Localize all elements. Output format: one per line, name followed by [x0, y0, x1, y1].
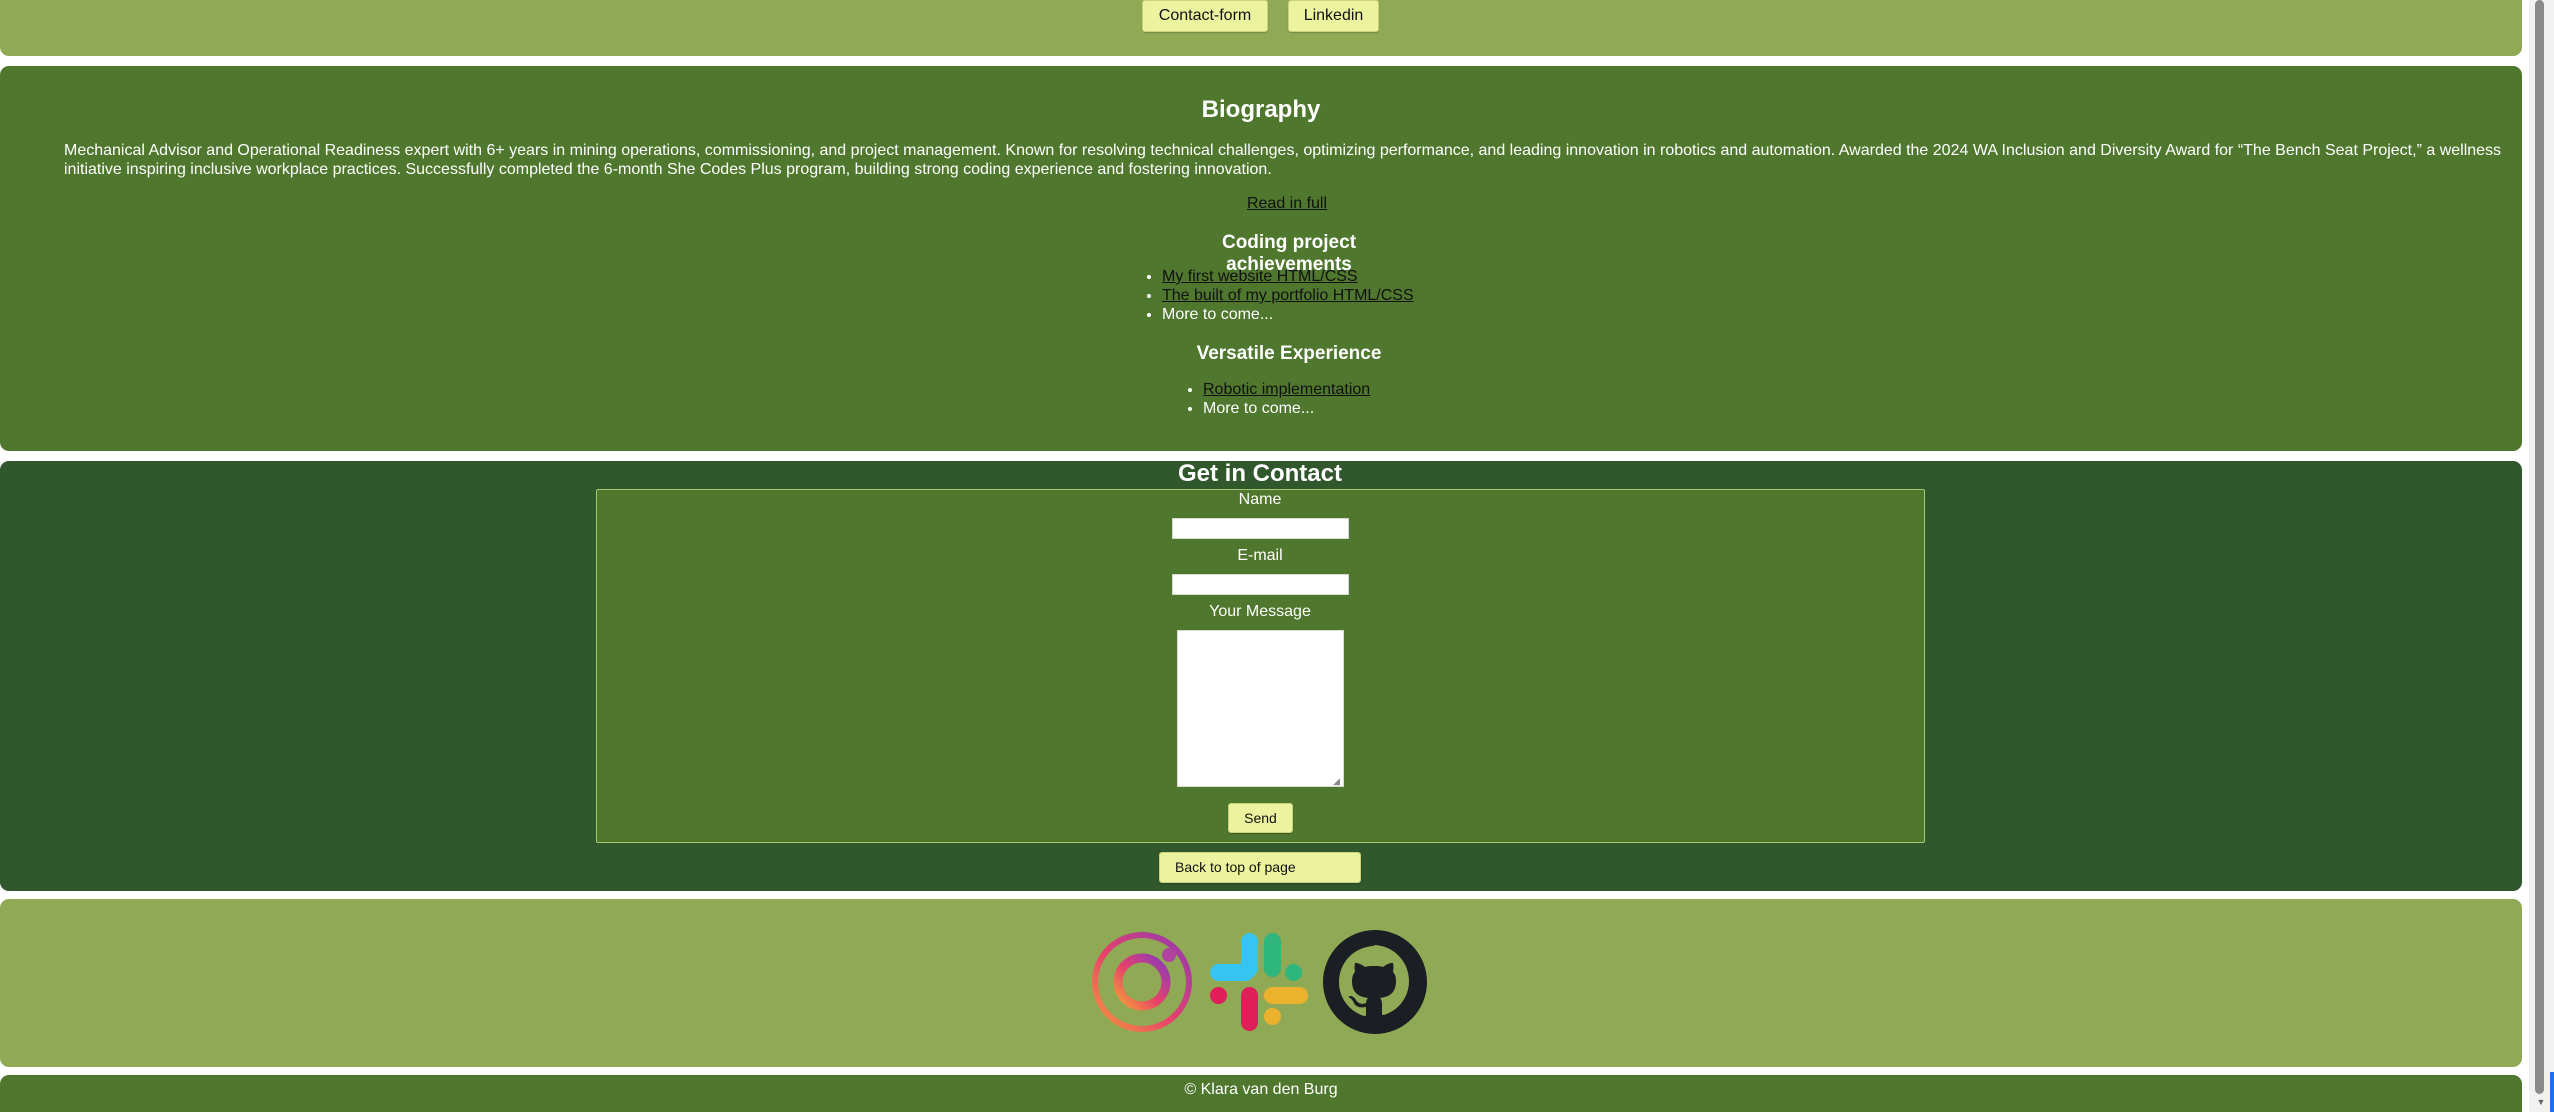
- list-item[interactable]: Robotic implementation: [1203, 380, 1370, 399]
- back-to-top-button[interactable]: Back to top of page: [1159, 852, 1361, 883]
- list-item: More to come...: [1162, 305, 1414, 324]
- name-input[interactable]: [1172, 518, 1349, 539]
- list-item: More to come...: [1203, 399, 1370, 418]
- linkedin-button[interactable]: Linkedin: [1288, 0, 1379, 32]
- name-label: Name: [1238, 491, 1282, 508]
- coding-achievements-list: My first website HTML/CSS The built of m…: [1145, 267, 1414, 324]
- email-label: E-mail: [1237, 547, 1283, 564]
- portfolio-link[interactable]: The built of my portfolio HTML/CSS: [1162, 287, 1414, 304]
- versatile-experience-list: Robotic implementation More to come...: [1186, 380, 1370, 418]
- copyright-text: © Klara van den Burg: [1184, 1081, 1338, 1098]
- first-website-link[interactable]: My first website HTML/CSS: [1162, 268, 1358, 285]
- biography-title: Biography: [1201, 96, 1321, 123]
- scroll-down-arrow-icon[interactable]: ▼: [2535, 1096, 2547, 1108]
- message-label: Your Message: [1209, 603, 1311, 620]
- resize-grip-icon[interactable]: ◢: [1333, 776, 1342, 786]
- read-in-full-link[interactable]: Read in full: [1237, 195, 1337, 213]
- slack-icon[interactable]: [1207, 930, 1311, 1034]
- contact-title: Get in Contact: [1177, 460, 1342, 487]
- github-icon[interactable]: [1323, 930, 1427, 1034]
- email-input[interactable]: [1172, 574, 1349, 595]
- robotic-implementation-link[interactable]: Robotic implementation: [1203, 381, 1370, 398]
- biography-text: Mechanical Advisor and Operational Readi…: [64, 142, 2502, 178]
- instagram-icon[interactable]: [1090, 930, 1194, 1034]
- list-item[interactable]: The built of my portfolio HTML/CSS: [1162, 286, 1414, 305]
- contact-form-button[interactable]: Contact-form: [1142, 0, 1268, 32]
- versatile-experience-title: Versatile Experience: [1196, 343, 1382, 364]
- send-button[interactable]: Send: [1228, 803, 1293, 833]
- scrollbar-thumb[interactable]: [2535, 0, 2544, 1094]
- message-textarea[interactable]: [1177, 630, 1344, 787]
- list-item[interactable]: My first website HTML/CSS: [1162, 267, 1414, 286]
- window-edge: [2550, 1072, 2554, 1112]
